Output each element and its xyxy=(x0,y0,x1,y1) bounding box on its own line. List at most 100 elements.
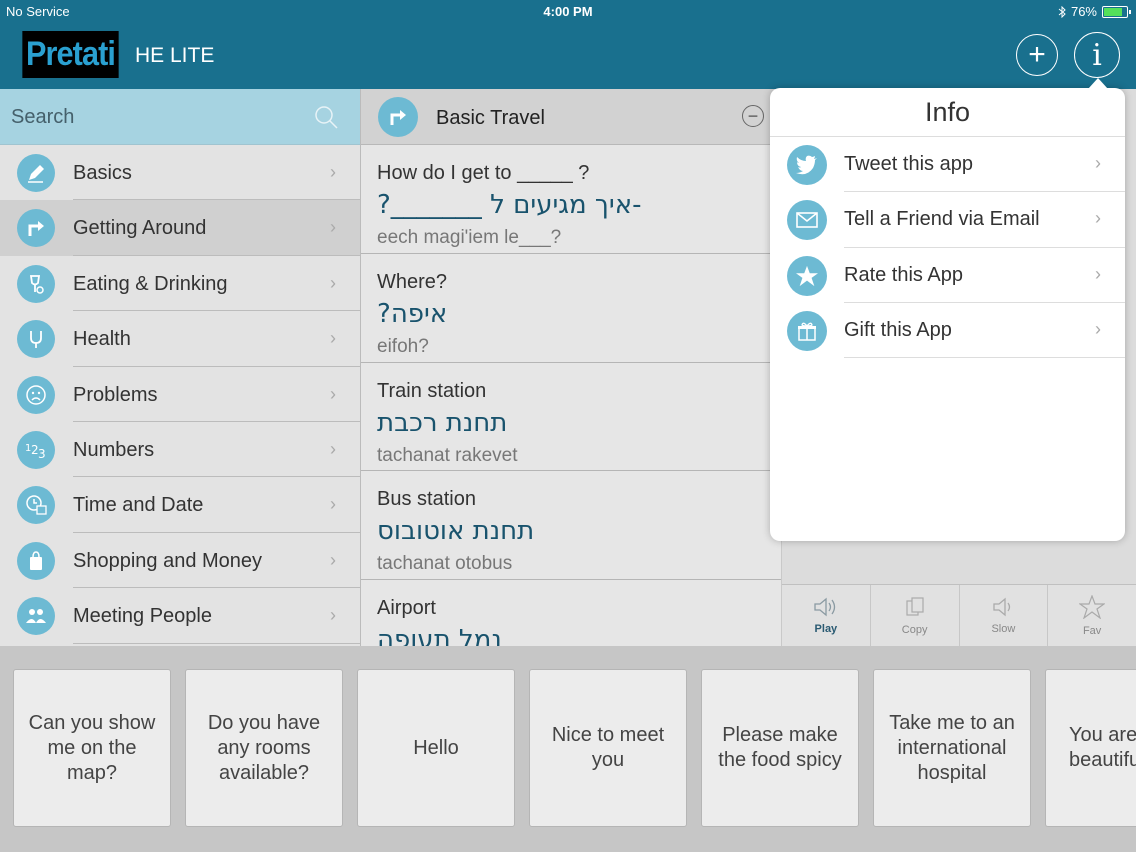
category-label: Numbers xyxy=(73,438,155,461)
quick-phrase-card[interactable]: Nice to meet you xyxy=(529,669,687,827)
category-label: Eating & Drinking xyxy=(73,272,228,295)
shopping-bag-icon xyxy=(17,541,55,580)
copy-button[interactable]: Copy xyxy=(871,585,960,647)
glass-fork-icon xyxy=(17,264,55,303)
quick-phrase-card[interactable]: Do you have any rooms available? xyxy=(185,669,343,827)
divider xyxy=(73,642,360,644)
turn-arrow-icon xyxy=(17,209,55,248)
phrase-item[interactable]: How do I get to _____ ? ?_______ איך מגי… xyxy=(361,145,781,254)
phrase-item[interactable]: Airport נמל תעופה xyxy=(361,580,781,646)
category-label: Meeting People xyxy=(73,605,212,628)
gift-app-label: Gift this App xyxy=(844,318,952,341)
status-right: 76% xyxy=(1058,4,1131,19)
category-problems[interactable]: Problems › xyxy=(0,367,360,422)
category-label: Health xyxy=(73,328,131,351)
category-getting-around[interactable]: Getting Around › xyxy=(0,200,360,256)
people-icon xyxy=(17,597,55,636)
chevron-right-icon: › xyxy=(330,328,336,349)
collapse-button[interactable]: − xyxy=(742,105,764,127)
chevron-right-icon: › xyxy=(330,605,336,626)
quick-phrase-card[interactable]: Can you show me on the map? xyxy=(13,669,171,827)
phrase-transliteration: tachanat otobus xyxy=(377,553,513,575)
play-button[interactable]: Play xyxy=(782,585,871,647)
email-friend-item[interactable]: Tell a Friend via Email › xyxy=(770,192,1125,248)
bluetooth-icon xyxy=(1058,5,1066,18)
quick-phrase-card[interactable]: You are beautiful xyxy=(1045,669,1136,827)
pretati-logo: Pretati xyxy=(22,31,119,78)
category-health[interactable]: Health › xyxy=(0,311,360,367)
fav-button[interactable]: Fav xyxy=(1048,585,1136,647)
category-shopping-money[interactable]: Shopping and Money › xyxy=(0,533,360,589)
gift-app-item[interactable]: Gift this App › xyxy=(770,303,1125,359)
clock-label: 4:00 PM xyxy=(543,4,593,19)
speaker-icon xyxy=(814,597,836,617)
twitter-icon xyxy=(787,145,827,185)
section-header: Basic Travel − xyxy=(361,89,781,145)
info-button[interactable]: i xyxy=(1074,32,1120,78)
turn-arrow-icon xyxy=(378,97,418,137)
copy-icon xyxy=(906,597,924,616)
phrase-item[interactable]: Bus station תחנת אוטובוס tachanat otobus xyxy=(361,471,781,581)
category-meeting-people[interactable]: Meeting People › xyxy=(0,588,360,644)
phrase-list: Basic Travel − How do I get to _____ ? ?… xyxy=(361,89,781,646)
battery-icon xyxy=(1102,5,1131,18)
category-label: Getting Around xyxy=(73,217,207,240)
clock-calendar-icon xyxy=(17,486,55,525)
app-header: Pretati HE LITE + i xyxy=(0,24,1136,89)
quick-phrases-strip: Can you show me on the map? Do you have … xyxy=(0,646,1136,852)
divider xyxy=(844,357,1125,359)
chevron-right-icon: › xyxy=(330,162,336,182)
chevron-right-icon: › xyxy=(330,549,336,570)
search-bar xyxy=(0,89,360,146)
svg-text:3: 3 xyxy=(38,447,46,461)
category-basics[interactable]: Basics › xyxy=(0,145,360,201)
slow-button[interactable]: Slow xyxy=(960,585,1049,647)
chevron-right-icon: › xyxy=(1095,318,1101,339)
slow-label: Slow xyxy=(991,623,1016,635)
chevron-right-icon: › xyxy=(330,272,336,293)
search-icon[interactable] xyxy=(314,105,338,129)
play-label: Play xyxy=(814,623,838,635)
quick-phrase-card[interactable]: Hello xyxy=(357,669,515,827)
chevron-right-icon: › xyxy=(330,494,336,515)
sad-face-icon xyxy=(17,375,55,414)
email-friend-label: Tell a Friend via Email xyxy=(844,208,1040,231)
phrase-english: Train station xyxy=(377,379,487,402)
chevron-right-icon: › xyxy=(330,383,336,404)
phrase-item[interactable]: Train station תחנת רכבת tachanat rakevet xyxy=(361,363,781,472)
numbers-icon: 123 xyxy=(17,430,55,469)
category-numbers[interactable]: 123 Numbers › xyxy=(0,422,360,478)
rate-app-item[interactable]: Rate this App › xyxy=(770,248,1125,303)
quick-phrase-card[interactable]: Take me to an international hospital xyxy=(873,669,1031,827)
popover-title: Info xyxy=(770,88,1125,137)
fav-label: Fav xyxy=(1082,625,1102,637)
phrase-hebrew: תחנת אוטובוס xyxy=(377,516,535,547)
phrase-english: Bus station xyxy=(377,488,476,511)
star-icon xyxy=(1079,595,1106,619)
category-label: Problems xyxy=(73,383,158,406)
phrase-english: Airport xyxy=(377,597,436,620)
search-input[interactable] xyxy=(0,89,313,146)
phrase-hebrew: תחנת רכבת xyxy=(377,407,508,438)
phrase-english: How do I get to _____ ? xyxy=(377,162,590,184)
add-button[interactable]: + xyxy=(1016,34,1058,76)
chevron-right-icon: › xyxy=(330,438,336,459)
phrase-transliteration: eifoh? xyxy=(377,335,429,357)
phrase-hebrew: ?_______ איך מגיעים ל- xyxy=(377,190,642,220)
phrase-item[interactable]: Where? ?איפה eifoh? xyxy=(361,254,781,363)
category-eating-drinking[interactable]: Eating & Drinking › xyxy=(0,256,360,312)
tweet-app-label: Tweet this app xyxy=(844,153,973,175)
category-time-date[interactable]: Time and Date › xyxy=(0,477,360,533)
chevron-right-icon: › xyxy=(1095,153,1101,173)
quick-phrase-card[interactable]: Please make the food spicy xyxy=(701,669,859,827)
chevron-right-icon: › xyxy=(1095,263,1101,284)
phrase-transliteration: eech magi'iem le___? xyxy=(377,227,562,248)
battery-percent: 76% xyxy=(1070,4,1097,19)
phrase-hebrew: ?איפה xyxy=(377,298,448,329)
category-label: Basics xyxy=(73,162,132,184)
tweet-app-item[interactable]: Tweet this app › xyxy=(770,137,1125,193)
pencil-icon xyxy=(17,154,55,192)
section-title: Basic Travel xyxy=(436,107,545,129)
speaker-slow-icon xyxy=(993,597,1011,617)
phrase-english: Where? xyxy=(377,270,448,293)
